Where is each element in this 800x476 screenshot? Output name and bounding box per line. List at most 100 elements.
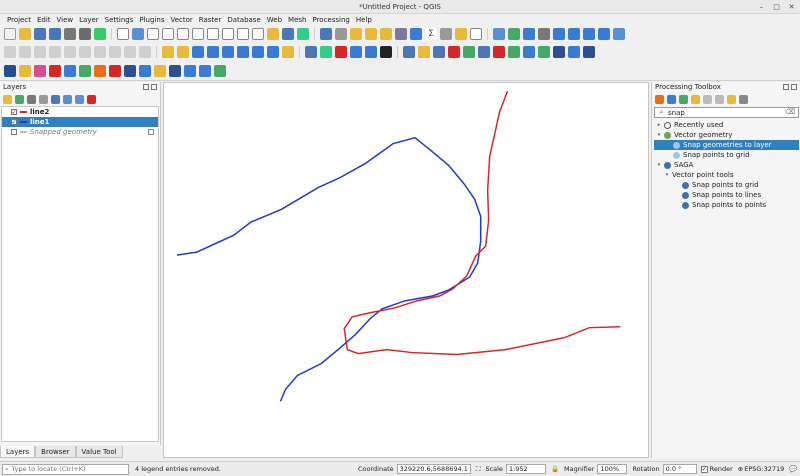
sym-icon[interactable] <box>34 65 46 77</box>
zoom-layer-icon[interactable] <box>222 28 234 40</box>
magnifier-field[interactable]: 100% <box>597 464 628 474</box>
menu-processing[interactable]: Processing <box>309 14 352 26</box>
tab-value-tool[interactable]: Value Tool <box>75 446 123 458</box>
deselect-icon[interactable] <box>380 28 392 40</box>
options-icon[interactable] <box>727 94 736 104</box>
map-icon[interactable] <box>19 65 31 77</box>
processing-toolbox-icon[interactable] <box>410 28 422 40</box>
python-icon[interactable] <box>335 46 347 58</box>
terrain-icon[interactable] <box>79 65 91 77</box>
close-button[interactable]: ✕ <box>787 0 796 14</box>
map-tips-icon[interactable] <box>455 28 467 40</box>
action-icon[interactable] <box>335 28 347 40</box>
georeferencer-icon[interactable] <box>508 28 520 40</box>
identify-icon[interactable] <box>320 28 332 40</box>
plugin-k-icon[interactable] <box>523 46 535 58</box>
close-panel-icon[interactable] <box>791 84 797 90</box>
tree-item-saga[interactable]: ▾ SAGA <box>654 160 799 170</box>
pin-labels-icon[interactable] <box>207 46 219 58</box>
clear-search-icon[interactable]: ⌫ <box>785 108 795 116</box>
db-manager-icon[interactable] <box>305 46 317 58</box>
menu-plugins[interactable]: Plugins <box>136 14 167 26</box>
edit-pencil-icon[interactable] <box>4 46 16 58</box>
paste-icon[interactable] <box>109 46 121 58</box>
label-icon[interactable] <box>162 46 174 58</box>
attribute-table-icon[interactable] <box>395 28 407 40</box>
filter-icon[interactable] <box>39 94 48 104</box>
pan-to-selection-icon[interactable] <box>132 28 144 40</box>
layout-manager-icon[interactable] <box>79 28 91 40</box>
statistics-icon[interactable]: Σ <box>425 28 437 40</box>
layer-visibility-checkbox[interactable]: ✓ <box>11 109 17 116</box>
menu-help[interactable]: Help <box>353 14 375 26</box>
layer-row-snapped-geometry[interactable]: Snapped geometry <box>2 127 158 137</box>
globe-settings-icon[interactable] <box>598 28 610 40</box>
menu-edit[interactable]: Edit <box>34 14 54 26</box>
save-project-icon[interactable] <box>34 28 46 40</box>
minimize-button[interactable]: – <box>757 0 766 14</box>
tree-item-snap-points-to-points[interactable]: Snap points to points <box>654 200 799 210</box>
vector-tool-icon[interactable] <box>613 28 625 40</box>
zoom-full-icon[interactable] <box>192 28 204 40</box>
line1-feature[interactable] <box>176 136 482 402</box>
menu-project[interactable]: Project <box>4 14 34 26</box>
new-project-icon[interactable] <box>4 28 16 40</box>
openlayers-icon[interactable] <box>4 65 16 77</box>
redo-icon[interactable] <box>139 46 151 58</box>
plugin-h-icon[interactable] <box>478 46 490 58</box>
expand-arrow-icon[interactable]: ▾ <box>656 130 662 140</box>
style-manager-icon[interactable] <box>94 28 106 40</box>
plugin-c-icon[interactable] <box>380 46 392 58</box>
menu-settings[interactable]: Settings <box>102 14 137 26</box>
plugin-l-icon[interactable] <box>538 46 550 58</box>
book-icon[interactable] <box>49 65 61 77</box>
layer-row-line2[interactable]: ✓ line2 <box>2 107 158 117</box>
style-panel-icon[interactable] <box>3 94 12 104</box>
plugin-d-icon[interactable] <box>418 46 430 58</box>
bookmark-icon[interactable] <box>267 28 279 40</box>
remove-layer-icon[interactable] <box>87 94 96 104</box>
layer-row-line1[interactable]: ✓ line1 <box>2 117 158 127</box>
messages-icon[interactable]: 💬 <box>789 465 797 473</box>
crs-value[interactable]: EPSG:32719 <box>744 465 784 473</box>
zoom-out-icon[interactable] <box>162 28 174 40</box>
float-panel-icon[interactable] <box>783 84 789 90</box>
menu-raster[interactable]: Raster <box>196 14 225 26</box>
add-group-icon[interactable] <box>15 94 24 104</box>
tree-item-saga-snap-points-to-grid[interactable]: Snap points to grid <box>654 180 799 190</box>
locator-input[interactable]: ⌕ Type to locate (Ctrl+K) <box>2 463 129 475</box>
scale-field[interactable]: 1:952 <box>505 464 546 474</box>
delete-icon[interactable] <box>64 46 76 58</box>
tree-item-vector-geometry[interactable]: ▾ Vector geometry <box>654 130 799 140</box>
save-as-icon[interactable] <box>49 28 61 40</box>
print-layout-icon[interactable] <box>64 28 76 40</box>
annotation-icon[interactable] <box>470 28 482 40</box>
zoom-last-icon[interactable] <box>237 28 249 40</box>
history-icon[interactable] <box>679 94 688 104</box>
magnifier-plugin-icon[interactable] <box>184 65 196 77</box>
float-panel-icon[interactable] <box>143 84 149 90</box>
expression-filter-icon[interactable] <box>51 94 60 104</box>
refresh-icon[interactable] <box>297 28 309 40</box>
plugin-j-icon[interactable] <box>508 46 520 58</box>
node-icon[interactable] <box>199 65 211 77</box>
render-checkbox[interactable]: ✓ <box>700 465 708 473</box>
zoom-selection-icon[interactable] <box>207 28 219 40</box>
models-icon[interactable] <box>655 94 664 104</box>
spiral-icon[interactable] <box>109 65 121 77</box>
edit-in-place-icon[interactable] <box>703 94 712 104</box>
zoom-in-icon[interactable] <box>147 28 159 40</box>
plugin-g-icon[interactable] <box>463 46 475 58</box>
globe-icon[interactable] <box>583 28 595 40</box>
cut-icon[interactable] <box>79 46 91 58</box>
tree-item-recently-used[interactable]: ▸ Recently used <box>654 120 799 130</box>
toolbox-settings-icon[interactable] <box>739 94 748 104</box>
menu-web[interactable]: Web <box>264 14 285 26</box>
change-label-icon[interactable] <box>267 46 279 58</box>
crs-icon[interactable]: ⊕ <box>738 465 743 473</box>
fire-icon[interactable] <box>94 65 106 77</box>
topology-icon[interactable] <box>320 46 332 58</box>
zoom-next-icon[interactable] <box>252 28 264 40</box>
diagram-icon[interactable] <box>192 46 204 58</box>
tree-item-vector-point-tools[interactable]: ▾ Vector point tools <box>654 170 799 180</box>
